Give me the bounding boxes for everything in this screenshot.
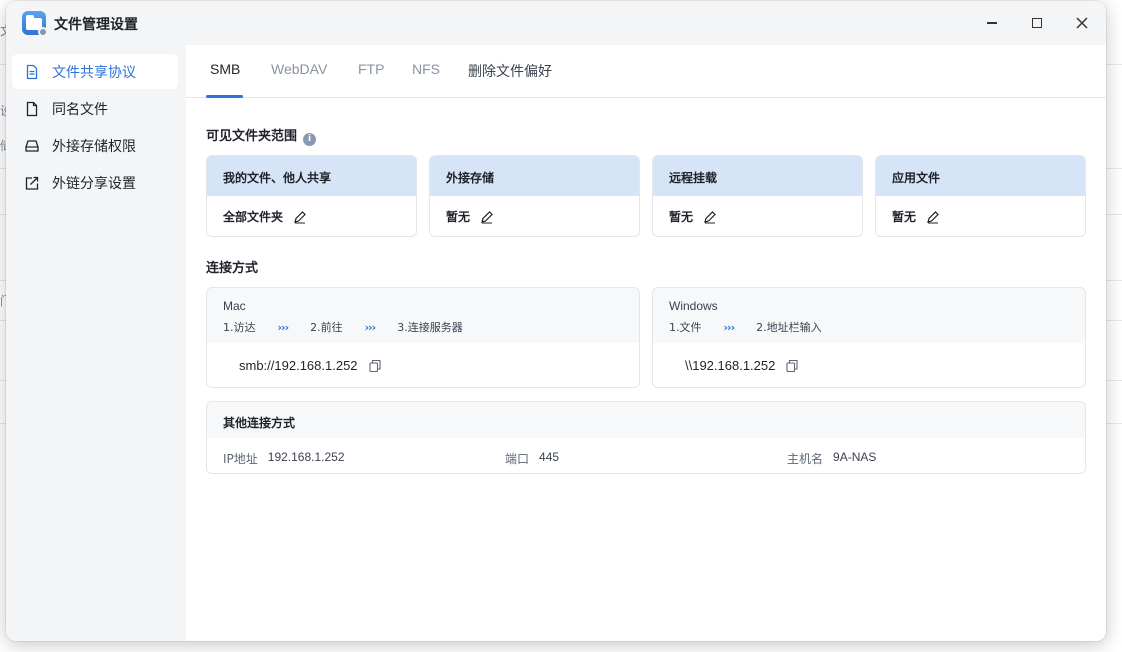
edit-icon[interactable] <box>703 210 717 224</box>
step-label: 2.地址栏输入 <box>756 321 822 334</box>
step-label: 3.连接服务器 <box>397 321 463 334</box>
sidebar-item-link-share-settings[interactable]: 外链分享设置 <box>12 165 178 200</box>
title-bar[interactable]: 文件管理设置 <box>6 1 1106 45</box>
settings-window: 文件管理设置 文件共享协议 同名文件 外接存储权限 外链分享设置 SMB Web… <box>6 1 1106 641</box>
scope-card-header: 外接存储 <box>430 156 639 196</box>
ip-address-label: IP地址 <box>223 452 258 466</box>
step-label: 1.文件 <box>669 321 702 334</box>
sidebar: 文件共享协议 同名文件 外接存储权限 外链分享设置 <box>6 45 186 641</box>
file-manager-app-icon <box>22 11 48 37</box>
other-connection-card: 其他连接方式 IP地址 192.168.1.252 端口 445 主机名 9A-… <box>206 401 1086 474</box>
step-label: 2.前往 <box>310 321 343 334</box>
tab-webdav[interactable]: WebDAV <box>271 61 327 77</box>
hostname-value: 9A-NAS <box>833 450 877 464</box>
maximize-icon <box>1032 18 1042 28</box>
scope-card-app-files: 应用文件 暂无 <box>875 155 1086 237</box>
file-icon <box>24 101 40 117</box>
scope-card-remote-mount: 远程挂载 暂无 <box>652 155 863 237</box>
copy-icon[interactable] <box>368 359 382 373</box>
sidebar-item-label: 外链分享设置 <box>52 175 136 192</box>
other-connection-title: 其他连接方式 <box>207 402 1085 438</box>
os-label: Windows <box>669 299 718 313</box>
scope-card-my-files: 我的文件、他人共享 全部文件夹 <box>206 155 417 237</box>
minimize-icon <box>987 22 997 24</box>
scope-card-header: 应用文件 <box>876 156 1085 196</box>
step-arrow-icon: ››› <box>364 320 377 334</box>
active-tab-indicator <box>206 95 243 98</box>
connection-title: 连接方式 <box>206 261 259 276</box>
step-arrow-icon: ››› <box>277 320 290 334</box>
ip-address-item: IP地址 192.168.1.252 <box>223 450 345 467</box>
sidebar-item-same-name-files[interactable]: 同名文件 <box>12 91 178 126</box>
scope-card-value: 暂无 <box>446 210 471 224</box>
copy-icon[interactable] <box>785 359 799 373</box>
tab-smb[interactable]: SMB <box>210 61 240 77</box>
close-icon <box>1076 17 1088 29</box>
scope-card-external-storage: 外接存储 暂无 <box>429 155 640 237</box>
smb-address: smb://192.168.1.252 <box>239 358 358 373</box>
windows-connection-card: Windows 1.文件 ››› 2.地址栏输入 \\192.168.1.252 <box>652 287 1086 388</box>
scope-card-header: 远程挂载 <box>653 156 862 196</box>
edit-icon[interactable] <box>293 210 307 224</box>
visible-scope-title: 可见文件夹范围 i <box>206 125 317 146</box>
window-title: 文件管理设置 <box>54 17 138 33</box>
sidebar-item-label: 文件共享协议 <box>52 64 136 81</box>
minimize-button[interactable] <box>980 11 1004 35</box>
sidebar-item-external-storage-permission[interactable]: 外接存储权限 <box>12 128 178 163</box>
edit-icon[interactable] <box>480 210 494 224</box>
scope-card-value: 暂无 <box>669 210 694 224</box>
document-icon <box>24 64 40 80</box>
sidebar-item-file-sharing-protocol[interactable]: 文件共享协议 <box>12 54 178 89</box>
ip-address-value: 192.168.1.252 <box>267 450 345 464</box>
drive-icon <box>24 138 40 154</box>
mac-steps: 1.访达 ››› 2.前往 ››› 3.连接服务器 <box>223 319 639 335</box>
edit-icon[interactable] <box>926 210 940 224</box>
maximize-button[interactable] <box>1025 11 1049 35</box>
step-arrow-icon: ››› <box>723 320 736 334</box>
main-content: SMB WebDAV FTP NFS 删除文件偏好 可见文件夹范围 i 我的文件、… <box>186 45 1106 641</box>
info-icon[interactable]: i <box>303 133 317 146</box>
close-button[interactable] <box>1070 11 1094 35</box>
hostname-item: 主机名 9A-NAS <box>787 450 876 467</box>
scope-card-value: 全部文件夹 <box>223 210 284 224</box>
tab-ftp[interactable]: FTP <box>358 61 384 77</box>
port-label: 端口 <box>505 452 530 466</box>
sidebar-item-label: 外接存储权限 <box>52 138 136 155</box>
scope-card-header: 我的文件、他人共享 <box>207 156 416 196</box>
os-label: Mac <box>223 299 246 313</box>
hostname-label: 主机名 <box>787 452 824 466</box>
step-label: 1.访达 <box>223 321 256 334</box>
tab-delete-file-preference[interactable]: 删除文件偏好 <box>468 61 552 81</box>
port-item: 端口 445 <box>505 450 559 467</box>
windows-address: \\192.168.1.252 <box>685 358 776 373</box>
tab-nfs[interactable]: NFS <box>412 61 440 77</box>
protocol-tabs: SMB WebDAV FTP NFS 删除文件偏好 <box>186 45 1106 98</box>
sidebar-item-label: 同名文件 <box>52 101 108 118</box>
mac-connection-card: Mac 1.访达 ››› 2.前往 ››› 3.连接服务器 smb://192.… <box>206 287 640 388</box>
scope-card-value: 暂无 <box>892 210 917 224</box>
windows-steps: 1.文件 ››› 2.地址栏输入 <box>669 319 1085 335</box>
share-link-icon <box>24 175 40 191</box>
port-value: 445 <box>539 450 560 464</box>
visible-scope-title-text: 可见文件夹范围 <box>206 129 298 144</box>
